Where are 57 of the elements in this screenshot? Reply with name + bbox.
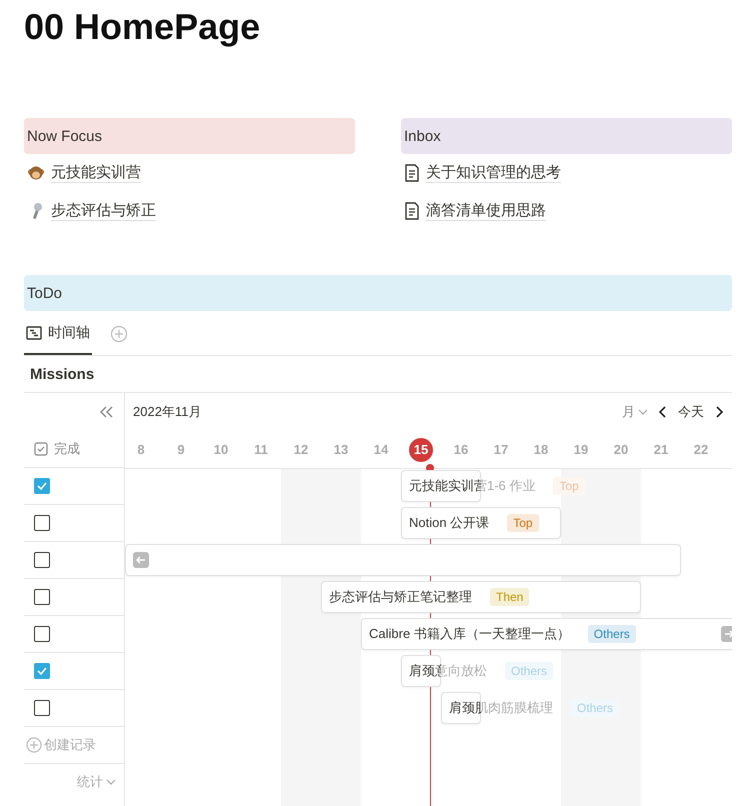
priority-tag: Top	[507, 514, 539, 532]
day-label: 8	[136, 441, 146, 459]
day-label: 11	[253, 441, 269, 459]
page-link[interactable]: 元技能实训营	[51, 163, 141, 183]
callout-header: ToDo	[24, 275, 732, 311]
view-tab[interactable]: 时间轴	[24, 313, 92, 355]
document-icon	[404, 164, 420, 182]
page-link[interactable]: 滴答清单使用思路	[426, 201, 546, 221]
timeline-icon	[26, 326, 42, 340]
day-label: 14	[372, 441, 390, 459]
timeline-bar[interactable]	[321, 581, 641, 613]
previous-icon[interactable]	[658, 405, 668, 419]
plus-icon	[26, 737, 42, 753]
priority-tag: Others	[588, 625, 636, 643]
day-label: 17	[492, 441, 510, 459]
month-label: 2022年11月	[133, 403, 202, 421]
day-label: 9	[176, 441, 186, 459]
today-date: 15	[401, 431, 441, 468]
caret-icon	[638, 408, 648, 416]
checkbox[interactable]	[34, 515, 50, 531]
checkbox-property-icon	[34, 442, 48, 456]
document-icon	[404, 202, 420, 220]
today-button[interactable]: 今天	[678, 403, 704, 421]
priority-tag: Top	[553, 477, 585, 495]
priority-tag: Then	[490, 588, 530, 606]
monkey-icon	[27, 164, 45, 182]
property-header: 完成	[54, 440, 80, 458]
checkbox[interactable]	[34, 589, 50, 605]
day-label: 13	[332, 441, 350, 459]
checkbox[interactable]	[34, 700, 50, 716]
callout-header: Now Focus	[24, 118, 355, 154]
day-label: 20	[612, 441, 630, 459]
day-label: 22	[692, 441, 710, 459]
day-label: 12	[292, 441, 310, 459]
caret-icon	[106, 778, 116, 786]
page-link[interactable]: 步态评估与矫正	[51, 201, 156, 221]
checkbox[interactable]	[34, 626, 50, 642]
database-title: Missions	[24, 356, 732, 393]
checkbox[interactable]	[34, 663, 50, 679]
checkmark-icon	[36, 665, 48, 677]
page-title: 00 HomePage	[24, 5, 262, 49]
next-icon[interactable]	[714, 405, 724, 419]
timeline-bar[interactable]	[361, 618, 732, 650]
checkbox[interactable]	[34, 478, 50, 494]
scale-dropdown[interactable]: 月	[622, 403, 648, 421]
checkbox[interactable]	[34, 552, 50, 568]
day-label: 19	[572, 441, 590, 459]
day-label: 10	[212, 441, 230, 459]
priority-tag: Others	[505, 662, 554, 680]
day-label: 16	[452, 441, 470, 459]
day-label: 18	[532, 441, 550, 459]
day-label: 21	[652, 441, 670, 459]
priority-tag: Others	[571, 699, 620, 717]
checkmark-icon	[36, 480, 48, 492]
collapse-icon[interactable]	[98, 405, 114, 419]
page-link[interactable]: 关于知识管理的思考	[426, 163, 561, 183]
callout-header: Inbox	[401, 118, 732, 154]
